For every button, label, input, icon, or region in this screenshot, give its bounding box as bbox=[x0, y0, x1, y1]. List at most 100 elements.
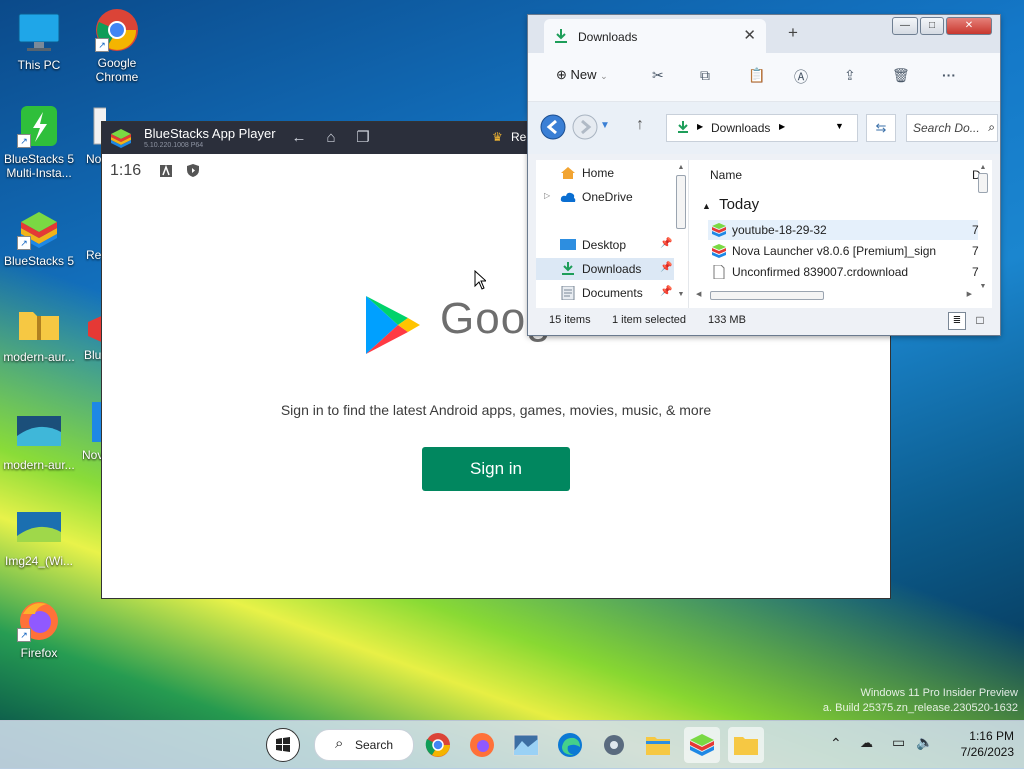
file-name: youtube-18-29-32 bbox=[732, 223, 827, 237]
desktop-icon-chrome[interactable]: ↗ Google Chrome bbox=[78, 8, 156, 84]
desktop-icon-label: Re bbox=[86, 248, 102, 262]
file-name: Nova Launcher v8.0.6 [Premium]_sign bbox=[732, 244, 937, 258]
desktop-icon-modern-aurora-zip[interactable]: modern-aur... bbox=[0, 302, 78, 364]
address-dropdown-icon[interactable]: ▼ bbox=[835, 121, 844, 131]
clock-time: 1:16 PM bbox=[969, 729, 1014, 743]
file-explorer-taskbar-icon[interactable] bbox=[640, 727, 676, 763]
network-off-icon[interactable]: ☁ bbox=[860, 735, 873, 751]
back-button-icon[interactable] bbox=[540, 114, 566, 145]
expand-chevron-icon[interactable]: ▷ bbox=[544, 191, 550, 200]
scroll-right-icon[interactable]: ▶ bbox=[967, 290, 972, 298]
settings-taskbar-icon[interactable] bbox=[596, 727, 632, 763]
explorer-tabbar[interactable]: Downloads ✕ + — □ ✕ bbox=[528, 15, 1000, 53]
file-name: Unconfirmed 839007.crdownload bbox=[732, 265, 909, 279]
firefox-taskbar-icon[interactable] bbox=[464, 727, 500, 763]
monitor-icon bbox=[17, 10, 61, 54]
start-button[interactable] bbox=[266, 728, 300, 762]
taskbar: ⌕ Search ⌃ ☁ ▭ 🔈 1:16 PM 7/26/2023 bbox=[0, 720, 1024, 769]
tiles-view-icon[interactable]: □ bbox=[972, 312, 988, 328]
desktop-icon-img24[interactable]: Img24_(Wi... bbox=[0, 506, 78, 568]
cloud-icon bbox=[560, 190, 576, 204]
bluestacks-taskbar-icon[interactable] bbox=[684, 727, 720, 763]
play-protect-icon bbox=[187, 164, 199, 177]
paste-icon[interactable]: 📋 bbox=[748, 67, 765, 84]
new-tab-icon[interactable]: + bbox=[788, 23, 798, 43]
close-tab-icon[interactable]: ✕ bbox=[743, 26, 756, 44]
refresh-icon[interactable]: ⇆ bbox=[866, 114, 896, 142]
minimize-button[interactable]: — bbox=[892, 17, 918, 35]
download-icon bbox=[677, 120, 689, 139]
file-row[interactable]: Unconfirmed 839007.crdownload 7 bbox=[708, 262, 979, 282]
delete-icon[interactable]: 🗑 bbox=[892, 67, 910, 84]
new-button[interactable]: ⊕ New ⌄ bbox=[556, 67, 608, 83]
nav-item-documents[interactable]: Documents 📌 bbox=[536, 282, 674, 304]
column-header-name[interactable]: Name bbox=[710, 168, 742, 182]
desktop-icon-modern-aurora-image[interactable]: modern-aur... bbox=[0, 410, 78, 472]
tray-clock[interactable]: 1:16 PM 7/26/2023 bbox=[948, 729, 1014, 759]
address-bar[interactable]: ▶ Downloads ▶ ▼ bbox=[666, 114, 858, 142]
documents-icon bbox=[560, 285, 576, 301]
scroll-up-icon[interactable]: ▲ bbox=[676, 164, 686, 171]
desktop-icon-this-pc[interactable]: This PC bbox=[0, 10, 78, 72]
scroll-down-icon[interactable]: ▼ bbox=[676, 291, 686, 298]
nav-item-onedrive[interactable]: ▷ OneDrive bbox=[536, 186, 674, 208]
home-icon[interactable]: ⌂ bbox=[322, 129, 340, 147]
pin-icon: 📌 bbox=[660, 238, 673, 249]
collapse-icon[interactable]: ▲ bbox=[702, 201, 711, 211]
scroll-left-icon[interactable]: ◀ bbox=[696, 290, 701, 298]
vertical-scrollbar[interactable]: ▲ ▼ bbox=[978, 164, 988, 290]
group-header-today[interactable]: ▲ Today bbox=[702, 196, 759, 213]
copy-icon[interactable]: ⧉ bbox=[700, 67, 710, 84]
scroll-thumb[interactable] bbox=[710, 291, 824, 300]
breadcrumb-downloads[interactable]: Downloads bbox=[711, 121, 770, 135]
android-a-icon bbox=[160, 164, 172, 177]
scroll-down-icon[interactable]: ▼ bbox=[978, 283, 988, 290]
sign-in-button[interactable]: Sign in bbox=[422, 447, 570, 491]
maximize-button[interactable]: □ bbox=[920, 17, 944, 35]
volume-icon[interactable]: 🔈 bbox=[916, 734, 933, 751]
share-icon[interactable]: ⇪ bbox=[844, 67, 856, 84]
watermark-line-1: Windows 11 Pro Insider Preview bbox=[860, 687, 1018, 699]
nav-item-downloads[interactable]: Downloads 📌 bbox=[536, 258, 674, 280]
download-icon bbox=[560, 262, 576, 276]
search-icon: ⌕ bbox=[335, 735, 344, 752]
photos-taskbar-icon[interactable] bbox=[508, 727, 544, 763]
recent-apps-icon[interactable]: ❐ bbox=[354, 129, 372, 147]
nav-item-home[interactable]: Home bbox=[536, 162, 674, 184]
edge-taskbar-icon[interactable] bbox=[552, 727, 588, 763]
tab-downloads[interactable]: Downloads ✕ bbox=[544, 19, 766, 53]
file-row[interactable]: youtube-18-29-32 7 bbox=[708, 220, 979, 240]
crown-icon[interactable]: ♛ bbox=[492, 130, 503, 144]
desktop-icon-bluestacks[interactable]: ↗ BlueStacks 5 bbox=[0, 206, 78, 268]
scroll-thumb[interactable] bbox=[978, 173, 988, 193]
folder-taskbar-icon[interactable] bbox=[728, 727, 764, 763]
chrome-taskbar-icon[interactable] bbox=[420, 727, 456, 763]
recent-locations-icon[interactable]: ▼ bbox=[600, 120, 610, 131]
desktop-icon-bluestacks-multi[interactable]: ↗ BlueStacks 5 Multi-Insta... bbox=[0, 104, 78, 180]
cut-icon[interactable]: ✂ bbox=[652, 67, 664, 84]
zip-folder-icon bbox=[17, 302, 61, 346]
display-icon[interactable]: ▭ bbox=[892, 734, 905, 751]
file-row[interactable]: Nova Launcher v8.0.6 [Premium]_sign 7 bbox=[708, 241, 979, 261]
taskbar-search[interactable]: ⌕ Search bbox=[314, 729, 414, 761]
scroll-up-icon[interactable]: ▲ bbox=[978, 164, 988, 171]
show-hidden-icons-icon[interactable]: ⌃ bbox=[830, 735, 842, 752]
search-input[interactable]: Search Do... ⌕ bbox=[906, 114, 998, 142]
bluestacks-right-label[interactable]: Re bbox=[511, 130, 526, 144]
horizontal-scrollbar[interactable]: ◀ ▶ bbox=[696, 290, 972, 300]
desktop-icon-label: modern-aur... bbox=[3, 350, 75, 364]
nav-item-desktop[interactable]: Desktop 📌 bbox=[536, 234, 674, 256]
up-arrow-icon[interactable]: ↑ bbox=[636, 116, 644, 134]
nav-scrollbar[interactable]: ▲ ▼ bbox=[676, 164, 686, 298]
clock-date: 7/26/2023 bbox=[960, 745, 1014, 759]
forward-button-icon[interactable] bbox=[572, 114, 598, 145]
rename-icon[interactable]: Ⓐ bbox=[794, 67, 808, 87]
scroll-thumb[interactable] bbox=[676, 175, 686, 229]
details-view-icon[interactable]: ≣ bbox=[948, 312, 966, 330]
more-options-icon[interactable]: ··· bbox=[942, 67, 956, 83]
close-button[interactable]: ✕ bbox=[946, 17, 992, 35]
bluestacks-logo-icon bbox=[110, 128, 132, 148]
desktop-icon-firefox[interactable]: ↗ Firefox bbox=[0, 598, 78, 660]
back-icon[interactable]: ← bbox=[290, 129, 308, 147]
pin-icon: 📌 bbox=[660, 262, 673, 273]
